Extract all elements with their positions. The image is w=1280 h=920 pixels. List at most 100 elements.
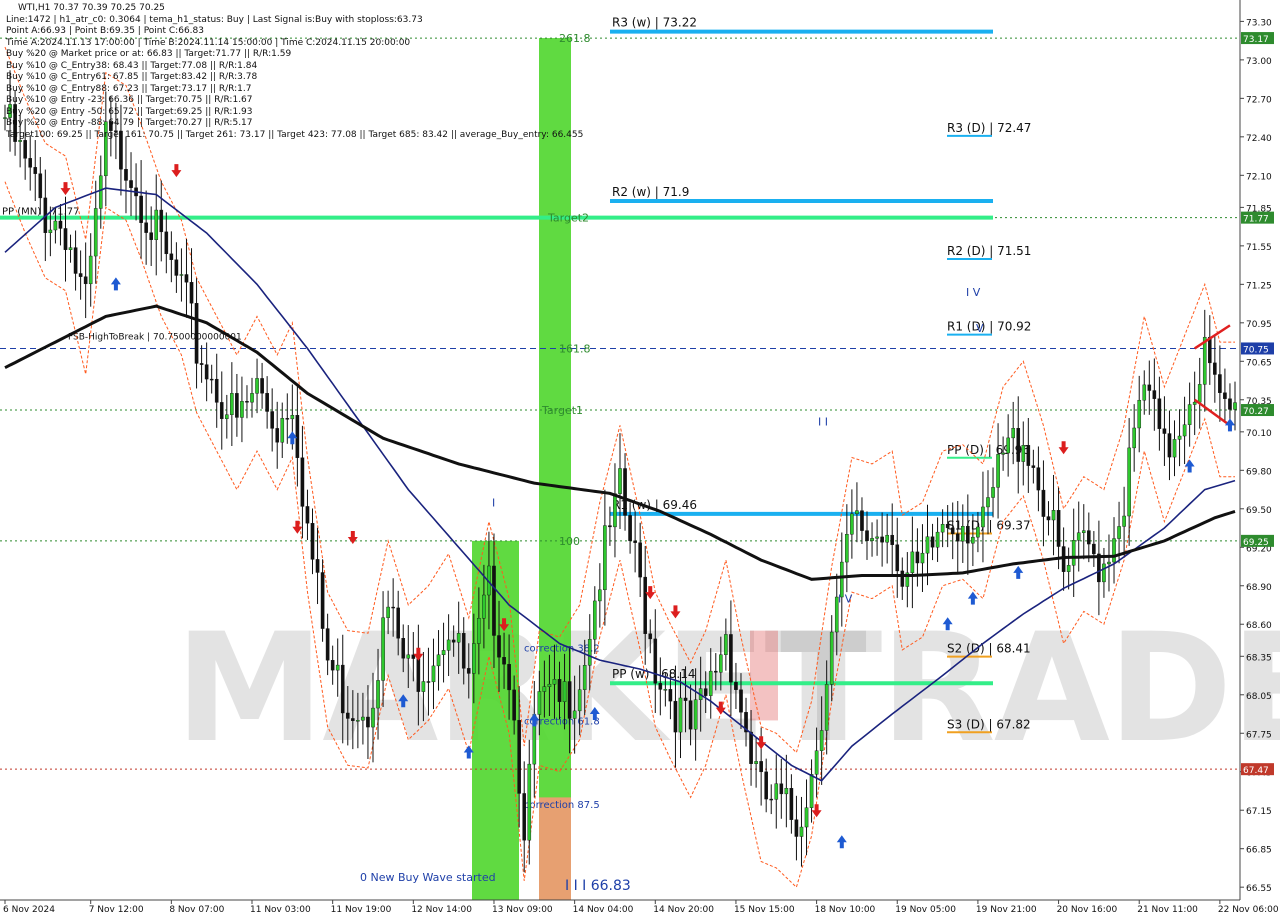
candle-body: [608, 525, 612, 528]
candle-body: [577, 689, 582, 712]
sell-arrow-icon: [60, 182, 71, 196]
time-tick-label: 15 Nov 15:00: [734, 905, 795, 915]
candle-body: [1197, 384, 1202, 403]
time-tick-label: 14 Nov 20:00: [653, 905, 714, 915]
candle-body: [1162, 428, 1167, 434]
price-tick-label: 70.95: [1246, 320, 1272, 330]
info-line: Line:1472 | h1_atr_c0: 0.3064 | tema_h1_…: [6, 14, 423, 25]
candle-body: [890, 534, 895, 545]
daily-pivot-label: S1 (D) | 69.37: [947, 518, 1031, 532]
info-line: Buy %10 @ C_Entry38: 68.43 || Target:77.…: [6, 60, 258, 71]
candle-body: [1006, 437, 1010, 454]
candle-body: [144, 222, 148, 233]
sell-arrow-icon: [670, 605, 681, 619]
price-tag-label: 71.77: [1243, 215, 1269, 225]
candle-body: [1016, 428, 1021, 462]
candle-body: [910, 551, 915, 574]
candle-body: [1001, 452, 1005, 455]
candle-body: [320, 572, 325, 629]
candle-body: [325, 628, 330, 661]
candle-body: [623, 468, 627, 516]
candle-body: [129, 180, 133, 188]
candle-body: [335, 664, 340, 671]
wave-label: I I: [818, 416, 828, 429]
fsb-label: FSB-HighToBreak | 70.7500000000001: [68, 332, 242, 342]
candle-body: [1071, 540, 1076, 566]
candle-body: [497, 635, 501, 658]
time-tick-label: 11 Nov 03:00: [250, 905, 311, 915]
candle-body: [386, 606, 390, 618]
candle-body: [189, 282, 194, 304]
candle-body: [472, 643, 476, 674]
time-tick-label: 21 Nov 11:00: [1137, 905, 1198, 915]
chart-window: MARKET TRADE 73.30 73.00 72.70 72.40 72.10 71…: [0, 0, 1280, 920]
candle-body: [93, 208, 98, 257]
candle-body: [456, 633, 461, 643]
price-tag-label: 70.75: [1243, 345, 1269, 355]
candle-body: [986, 497, 990, 508]
candle-body: [688, 700, 693, 730]
candle-body: [1076, 532, 1081, 541]
candle-body: [900, 570, 905, 587]
candle-body: [582, 665, 587, 690]
time-tick-label: 13 Nov 09:00: [492, 905, 553, 915]
price-tick-label: 67.15: [1246, 807, 1272, 817]
candle-body: [1132, 427, 1136, 449]
buy-arrow-icon: [836, 835, 847, 849]
candle-body: [356, 720, 360, 722]
candle-body: [1218, 374, 1222, 393]
candle-body: [53, 220, 58, 231]
symbol-header: WTI,H1 70.37 70.39 70.25 70.25: [18, 3, 165, 13]
price-tick-label: 71.55: [1246, 243, 1272, 253]
candle-body: [618, 468, 622, 494]
sell-arrow-icon: [347, 531, 358, 545]
candle-body: [1046, 516, 1051, 521]
candle-body: [295, 415, 300, 458]
candle-body: [643, 576, 648, 634]
candle-body: [708, 670, 713, 696]
candle-body: [1172, 439, 1177, 458]
candle-body: [976, 526, 980, 538]
time-tick-label: 12 Nov 14:00: [411, 905, 472, 915]
candle-body: [542, 686, 547, 692]
candle-body: [1223, 392, 1227, 399]
candle-body: [361, 716, 365, 721]
candle-body: [194, 303, 199, 364]
price-tick-label: 71.25: [1246, 281, 1272, 291]
candle-body: [1087, 530, 1091, 545]
price-tag-label: 69.25: [1243, 538, 1269, 548]
candle-body: [1026, 445, 1031, 466]
candle-body: [345, 712, 350, 719]
candle-body: [971, 536, 975, 544]
candle-body: [441, 650, 446, 656]
candle-body: [1066, 565, 1071, 572]
info-line: Buy %10 @ Entry -23: 66.36 || Target:70.…: [6, 95, 253, 105]
candle-body: [184, 274, 189, 283]
candle-body: [23, 140, 27, 159]
candle-body: [850, 513, 854, 535]
buy-arrow-icon: [942, 617, 953, 631]
candle-body: [73, 247, 78, 274]
candle-body: [804, 807, 809, 828]
candle-body: [1152, 390, 1157, 399]
candle-body: [592, 600, 597, 640]
correction-label: correction 87.5: [524, 800, 600, 811]
price-tick-label: 68.60: [1246, 621, 1272, 631]
candle-body: [235, 393, 239, 418]
candle-body: [1167, 433, 1172, 458]
price-tick-label: 72.10: [1246, 172, 1272, 182]
candle-body: [764, 771, 768, 800]
candle-body: [693, 699, 698, 730]
daily-pivot-label: S2 (D) | 68.41: [947, 642, 1031, 656]
candle-body: [678, 697, 683, 733]
price-tick-label: 70.10: [1246, 429, 1272, 439]
candle-body: [603, 525, 607, 591]
candle-body: [638, 542, 642, 578]
candle-body: [870, 538, 874, 541]
candle-body: [739, 689, 743, 713]
indicator-info-panel: WTI,H1 70.37 70.39 70.25 70.25 Line:1472 …: [6, 3, 583, 141]
candle-body: [824, 684, 829, 731]
candle-body: [724, 634, 728, 655]
candle-body: [769, 798, 774, 801]
channel-upper: [4, 46, 1235, 754]
